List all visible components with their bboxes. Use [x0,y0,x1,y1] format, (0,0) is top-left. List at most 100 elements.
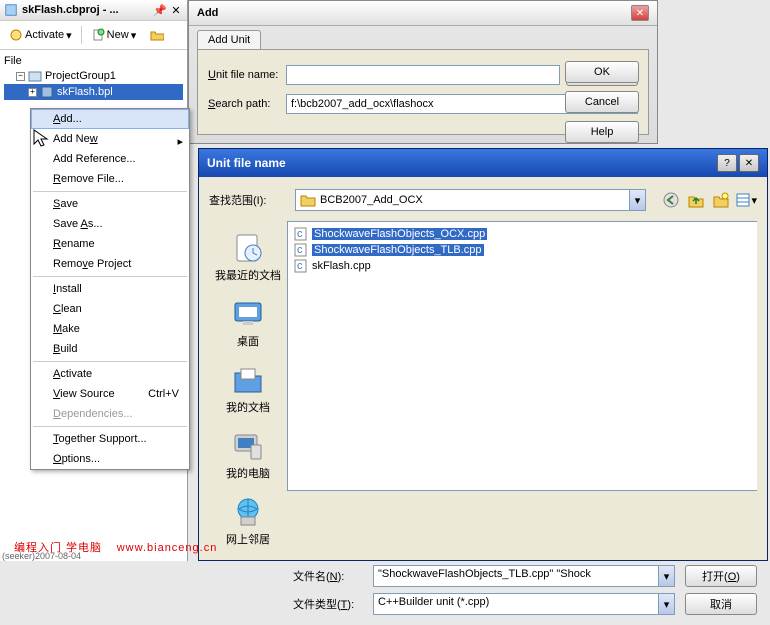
menu-options[interactable]: Options... [31,449,189,469]
open-button[interactable]: 打开(O) [685,565,757,587]
file-list[interactable]: c ShockwaveFlashObjects_OCX.cpp c Shockw… [287,221,757,491]
combo-arrow-icon[interactable]: ▾ [629,190,645,210]
unit-file-input[interactable] [286,65,560,85]
menu-view-source[interactable]: View SourceCtrl+V [31,384,189,404]
tree-expander-icon[interactable]: − [16,72,25,81]
cpp-file-icon: c [294,227,308,241]
menu-install[interactable]: Install [31,279,189,299]
menu-remove-project[interactable]: Remove Project [31,254,189,274]
file-dialog-title: Unit file name [207,156,715,170]
place-documents[interactable]: 我的文档 [226,363,270,415]
pin-icon[interactable]: 📌 [153,3,167,17]
recent-docs-icon [231,231,265,265]
menu-save-as[interactable]: Save As... [31,214,189,234]
combo-arrow-icon[interactable]: ▾ [658,594,674,614]
file-open-dialog: Unit file name ? ✕ 查找范围(I): BCB2007_Add_… [198,148,768,561]
combo-arrow-icon[interactable]: ▾ [658,566,674,586]
places-bar: 我最近的文档 桌面 我的文档 我的电脑 网上邻居 [209,221,287,557]
unit-file-label: Unit file name: [208,69,280,81]
menu-add-reference[interactable]: Add Reference... [31,149,189,169]
file-name: ShockwaveFlashObjects_TLB.cpp [312,244,484,256]
filetype-value: C++Builder unit (*.cpp) [374,594,658,614]
menu-clean[interactable]: Clean [31,299,189,319]
ok-button[interactable]: OK [565,61,639,83]
menu-together-support[interactable]: Together Support... [31,429,189,449]
cancel-button[interactable]: 取消 [685,593,757,615]
add-dialog: Add ✕ Add Unit Unit file name: Browse...… [188,0,658,144]
new-label: New [107,29,129,41]
menu-remove-file[interactable]: Remove File... [31,169,189,189]
dropdown-arrow-icon: ▾ [131,29,137,42]
folder-button[interactable] [145,25,169,45]
place-recent[interactable]: 我最近的文档 [215,231,281,283]
folder-combo-text: BCB2007_Add_OCX [320,194,629,206]
file-item[interactable]: c skFlash.cpp [292,258,753,274]
folder-combo[interactable]: BCB2007_Add_OCX ▾ [295,189,646,211]
help-button[interactable]: Help [565,121,639,143]
file-dialog-titlebar[interactable]: Unit file name ? ✕ [199,149,767,177]
tree-selected-item[interactable]: + skFlash.bpl [4,84,183,100]
new-button[interactable]: New ▾ [86,25,142,45]
help-button-icon[interactable]: ? [717,154,737,172]
file-name: skFlash.cpp [312,260,371,272]
tree-root[interactable]: File [4,54,183,68]
panel-close-icon[interactable]: ✕ [169,3,183,17]
file-item[interactable]: c ShockwaveFlashObjects_OCX.cpp [292,226,753,242]
menu-make[interactable]: Make [31,319,189,339]
context-menu: Add... Add New▸ Add Reference... Remove … [30,108,190,470]
cancel-button[interactable]: Cancel [565,91,639,113]
shortcut-label: Ctrl+V [148,388,179,400]
menu-activate[interactable]: Activate [31,364,189,384]
file-area: 我最近的文档 桌面 我的文档 我的电脑 网上邻居 [209,221,757,557]
folder-icon [300,193,316,207]
folder-icon [150,28,164,42]
dropdown-arrow-icon: ▾ [66,29,72,42]
watermark: 编程入门 学电脑 www.bianceng.cn [14,538,217,555]
place-label: 我的电脑 [226,465,270,481]
menu-save[interactable]: Save [31,194,189,214]
file-dialog-body: 查找范围(I): BCB2007_Add_OCX ▾ ▾ 我最近的文档 [199,177,767,625]
close-button-icon[interactable]: ✕ [739,154,759,172]
tree-root-label: File [4,55,22,67]
place-computer[interactable]: 我的电脑 [226,429,270,481]
svg-text:c: c [297,244,303,256]
tree-expander-icon[interactable]: + [28,88,37,97]
svg-text:c: c [297,260,303,272]
desktop-icon [231,297,265,331]
dialog-buttons: OK Cancel Help [565,61,639,143]
view-menu-icon[interactable]: ▾ [735,189,757,211]
menu-add[interactable]: Add... [31,109,189,129]
place-network[interactable]: 网上邻居 [226,495,270,547]
filename-combo[interactable]: "ShockwaveFlashObjects_TLB.cpp" "Shock ▾ [373,565,675,587]
menu-dependencies: Dependencies... [31,404,189,424]
menu-rename[interactable]: Rename [31,234,189,254]
network-icon [231,495,265,529]
dialog-close-button[interactable]: ✕ [631,5,649,21]
menu-separator [33,426,187,427]
activate-label: Activate [25,29,64,41]
back-icon[interactable] [660,189,682,211]
file-name: ShockwaveFlashObjects_OCX.cpp [312,228,487,240]
search-path-label: Search path: [208,98,280,110]
new-folder-icon[interactable] [710,189,732,211]
tree-selected-label: skFlash.bpl [57,86,113,98]
tab-add-unit[interactable]: Add Unit [197,30,261,49]
mouse-cursor-icon [32,128,54,150]
place-desktop[interactable]: 桌面 [231,297,265,349]
menu-add-new[interactable]: Add New▸ [31,129,189,149]
toolbar-separator [81,26,82,44]
watermark-cn: 编程入门 学电脑 [14,542,102,554]
menu-build[interactable]: Build [31,339,189,359]
menu-separator [33,276,187,277]
file-item[interactable]: c ShockwaveFlashObjects_TLB.cpp [292,242,753,258]
project-tree: File − ProjectGroup1 + skFlash.bpl [0,50,187,104]
activate-button[interactable]: Activate ▾ [4,25,77,45]
filetype-combo[interactable]: C++Builder unit (*.cpp) ▾ [373,593,675,615]
panel-toolbar: Activate ▾ New ▾ [0,21,187,50]
dialog-title: Add [197,7,631,19]
place-label: 我的文档 [226,399,270,415]
tree-project-group[interactable]: − ProjectGroup1 [4,68,183,84]
panel-titlebar: skFlash.cbproj - ... 📌 ✕ [0,0,187,21]
up-folder-icon[interactable] [685,189,707,211]
panel-title: skFlash.cbproj - ... [22,4,151,16]
